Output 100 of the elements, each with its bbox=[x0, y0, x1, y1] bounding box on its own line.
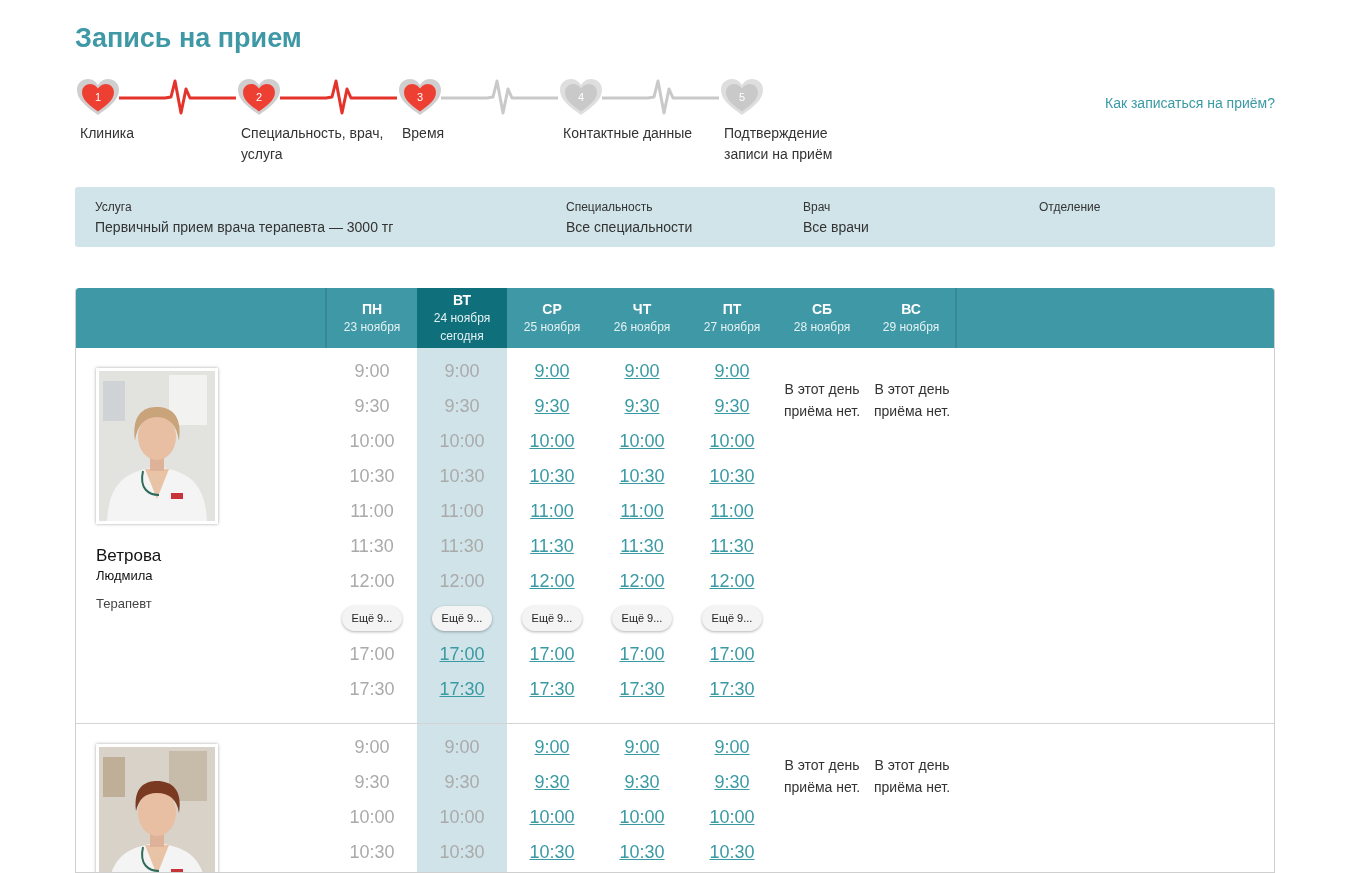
time-slot-link[interactable]: 17:30 bbox=[439, 679, 485, 699]
time-slot-link[interactable]: 11:00 bbox=[620, 501, 664, 521]
time-slot-link[interactable]: 11:30 bbox=[620, 536, 664, 556]
filter-label: Отделение bbox=[1039, 199, 1102, 216]
time-slot-link[interactable]: 12:00 bbox=[709, 571, 755, 591]
step-label: Специальность, врач, услуга bbox=[241, 124, 385, 164]
unavailable-time: 9:30 bbox=[444, 396, 480, 416]
unavailable-time: 11:00 bbox=[440, 501, 484, 521]
no-appointments-note: В этот день приёма нет. bbox=[872, 756, 952, 797]
filter-label: Врач bbox=[803, 199, 832, 216]
weekday-label: ЧТ bbox=[631, 300, 653, 318]
time-slot-link[interactable]: 17:30 bbox=[619, 679, 665, 699]
unavailable-time: 10:30 bbox=[349, 842, 395, 862]
unavailable-time: 10:00 bbox=[439, 807, 485, 827]
step-number: 3 bbox=[415, 90, 425, 104]
time-slot-link[interactable]: 9:30 bbox=[624, 772, 660, 792]
time-slot-link[interactable]: 9:00 bbox=[714, 361, 750, 381]
time-slot-link[interactable]: 9:30 bbox=[714, 396, 750, 416]
filter-label: Специальность bbox=[566, 199, 654, 216]
more-times-button[interactable]: Ещё 9... bbox=[341, 605, 403, 631]
time-slot-link[interactable]: 9:00 bbox=[624, 361, 660, 381]
time-slot-link[interactable]: 11:00 bbox=[530, 501, 574, 521]
unavailable-time: 10:30 bbox=[349, 466, 395, 486]
time-slot-link[interactable]: 10:30 bbox=[529, 466, 575, 486]
more-times-button[interactable]: Ещё 9... bbox=[611, 605, 673, 631]
unavailable-time: 10:30 bbox=[439, 842, 485, 862]
doctor-first-name: Людмила bbox=[96, 567, 154, 585]
weekday-label: ПТ bbox=[721, 300, 743, 318]
weekday-label: СР bbox=[541, 300, 563, 318]
no-appointments-note: В этот день приёма нет. bbox=[782, 380, 862, 421]
step-label: Подтверждение записи на приём bbox=[724, 124, 834, 164]
time-slot-link[interactable]: 9:00 bbox=[534, 737, 570, 757]
time-slot-link[interactable]: 10:30 bbox=[709, 466, 755, 486]
weekday-label: ВС bbox=[900, 300, 922, 318]
filter-value: Все специальности bbox=[566, 218, 694, 237]
time-slot-link[interactable]: 17:30 bbox=[529, 679, 575, 699]
page-title: Запись на прием bbox=[75, 22, 303, 55]
time-slot-link[interactable]: 17:00 bbox=[529, 644, 575, 664]
time-slot-link[interactable]: 10:00 bbox=[529, 807, 575, 827]
unavailable-time: 12:00 bbox=[349, 571, 395, 591]
step-number: 2 bbox=[254, 90, 264, 104]
more-times-button[interactable]: Ещё 9... bbox=[431, 605, 493, 631]
time-slot-link[interactable]: 10:00 bbox=[709, 807, 755, 827]
time-slot-link[interactable]: 17:00 bbox=[619, 644, 665, 664]
time-slot-link[interactable]: 9:00 bbox=[624, 737, 660, 757]
step-label: Клиника bbox=[80, 124, 135, 143]
time-slot-link[interactable]: 10:00 bbox=[619, 431, 665, 451]
time-slot-link[interactable]: 11:00 bbox=[710, 501, 754, 521]
unavailable-time: 11:30 bbox=[350, 536, 394, 556]
date-label: 25 ноября bbox=[522, 319, 582, 336]
weekday-label: СБ bbox=[810, 300, 834, 318]
time-slot-link[interactable]: 9:30 bbox=[534, 396, 570, 416]
time-slot-link[interactable]: 10:30 bbox=[619, 466, 665, 486]
filter-value: Первичный прием врача терапевта — 3000 тг bbox=[95, 218, 395, 237]
unavailable-time: 10:30 bbox=[439, 466, 485, 486]
unavailable-time: 10:00 bbox=[349, 807, 395, 827]
unavailable-time: 9:30 bbox=[444, 772, 480, 792]
more-times-button[interactable]: Ещё 9... bbox=[521, 605, 583, 631]
time-slot-link[interactable]: 9:30 bbox=[534, 772, 570, 792]
time-slot-link[interactable]: 10:00 bbox=[529, 431, 575, 451]
time-slot-link[interactable]: 9:30 bbox=[624, 396, 660, 416]
time-slot-link[interactable]: 9:00 bbox=[534, 361, 570, 381]
time-slot-link[interactable]: 17:00 bbox=[439, 644, 485, 664]
doctor-surname: Ветрова bbox=[96, 545, 163, 567]
unavailable-time: 17:00 bbox=[349, 644, 395, 664]
unavailable-time: 11:00 bbox=[350, 501, 394, 521]
unavailable-time: 11:30 bbox=[440, 536, 484, 556]
step-label: Время bbox=[402, 124, 446, 143]
unavailable-time: 10:00 bbox=[439, 431, 485, 451]
time-slot-link[interactable]: 10:00 bbox=[619, 807, 665, 827]
unavailable-time: 9:00 bbox=[444, 361, 480, 381]
date-label: 28 ноября bbox=[792, 319, 852, 336]
time-slot-link[interactable]: 10:00 bbox=[709, 431, 755, 451]
doctor-specialty: Терапевт bbox=[96, 595, 153, 613]
today-label: сегодня bbox=[439, 328, 485, 345]
time-slot-link[interactable]: 9:30 bbox=[714, 772, 750, 792]
help-link[interactable]: Как записаться на приём? bbox=[1105, 95, 1275, 113]
time-slot-link[interactable]: 11:30 bbox=[710, 536, 754, 556]
no-appointments-note: В этот день приёма нет. bbox=[782, 756, 862, 797]
step-number: 1 bbox=[93, 90, 103, 104]
filter-label: Услуга bbox=[95, 199, 133, 216]
time-slot-link[interactable]: 12:00 bbox=[529, 571, 575, 591]
unavailable-time: 12:00 bbox=[439, 571, 485, 591]
unavailable-time: 17:30 bbox=[349, 679, 395, 699]
more-times-button[interactable]: Ещё 9... bbox=[701, 605, 763, 631]
time-slot-link[interactable]: 9:00 bbox=[714, 737, 750, 757]
time-slot-link[interactable]: 10:30 bbox=[619, 842, 665, 862]
time-slot-link[interactable]: 10:30 bbox=[709, 842, 755, 862]
unavailable-time: 9:00 bbox=[354, 737, 390, 757]
time-slot-link[interactable]: 12:00 bbox=[619, 571, 665, 591]
time-slot-link[interactable]: 17:00 bbox=[709, 644, 755, 664]
unavailable-time: 9:00 bbox=[354, 361, 390, 381]
unavailable-time: 9:30 bbox=[354, 772, 390, 792]
time-slot-link[interactable]: 10:30 bbox=[529, 842, 575, 862]
no-appointments-note: В этот день приёма нет. bbox=[872, 380, 952, 421]
time-slot-link[interactable]: 11:30 bbox=[530, 536, 574, 556]
step-label: Контактные данные bbox=[563, 124, 694, 143]
time-slot-link[interactable]: 17:30 bbox=[709, 679, 755, 699]
date-label: 26 ноября bbox=[612, 319, 672, 336]
weekday-label: ВТ bbox=[451, 291, 473, 309]
